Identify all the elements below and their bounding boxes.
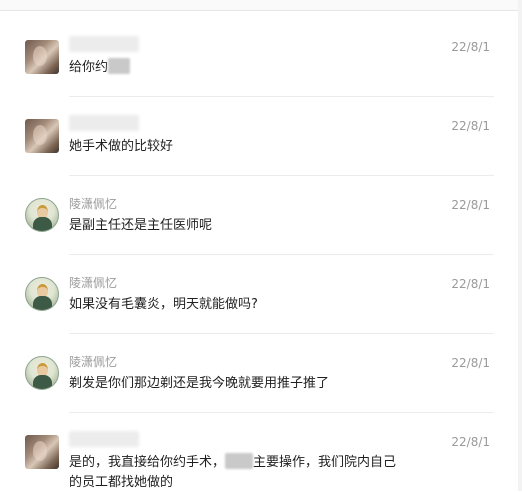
- masked-text: [108, 58, 131, 74]
- avatar-body: [33, 217, 52, 231]
- message-text-part2: 主要操作，我们院内自己: [253, 455, 397, 470]
- message-text-visible: 给你约: [69, 60, 109, 75]
- message-text: 剃发是你们那边剃还是我今晚就要用推子推了: [69, 376, 330, 391]
- message-time: 22/8/1: [451, 119, 490, 133]
- sender-name: 陵潇佩忆: [69, 276, 118, 290]
- message-divider: [69, 96, 494, 97]
- message-line-2: 的员工都找她做的: [69, 475, 174, 490]
- chat-message: 陵潇佩忆 22/8/1 如果没有毛囊炎，明天就能做吗?: [0, 267, 518, 346]
- avatar-body: [33, 375, 52, 389]
- sender-avatar[interactable]: [25, 40, 59, 74]
- message-divider: [69, 254, 494, 255]
- sender-name-masked: [69, 431, 139, 447]
- message-text: 是副主任还是主任医师呢: [69, 218, 213, 233]
- message-time: 22/8/1: [451, 277, 490, 291]
- sender-avatar[interactable]: [25, 198, 59, 232]
- sender-name: 陵潇佩忆: [69, 197, 118, 211]
- sender-name-masked: [69, 36, 139, 52]
- sender-name-masked: [69, 115, 139, 131]
- chat-message: 22/8/1 给你约: [0, 30, 518, 109]
- message-divider: [69, 412, 494, 413]
- message-text: 如果没有毛囊炎，明天就能做吗?: [69, 297, 258, 312]
- top-border: [0, 0, 522, 11]
- chat-message: 22/8/1 是的，我直接给你约手术， 主要操作，我们院内自己 的员工都找她做的: [0, 425, 518, 491]
- sender-name: 陵潇佩忆: [69, 355, 118, 369]
- message-text: 是的，我直接给你约手术， 主要操作，我们院内自己 的员工都找她做的: [69, 453, 429, 493]
- message-text-part1: 是的，我直接给你约手术，: [69, 455, 226, 470]
- message-text: 她手术做的比较好: [69, 139, 174, 154]
- message-text: 给你约: [69, 58, 429, 78]
- chat-message: 陵潇佩忆 22/8/1 是副主任还是主任医师呢: [0, 188, 518, 267]
- sender-avatar[interactable]: [25, 356, 59, 390]
- message-time: 22/8/1: [451, 356, 490, 370]
- message-divider: [69, 175, 494, 176]
- sender-avatar[interactable]: [25, 119, 59, 153]
- masked-text: [225, 453, 254, 469]
- scrollbar-track[interactable]: [518, 0, 522, 491]
- message-line-1: 是的，我直接给你约手术， 主要操作，我们院内自己: [69, 453, 429, 473]
- chat-message: 22/8/1 她手术做的比较好: [0, 109, 518, 188]
- chat-message: 陵潇佩忆 22/8/1 剃发是你们那边剃还是我今晚就要用推子推了: [0, 346, 518, 425]
- message-time: 22/8/1: [451, 435, 490, 449]
- message-divider: [69, 333, 494, 334]
- avatar-body: [33, 296, 52, 310]
- sender-avatar[interactable]: [25, 277, 59, 311]
- sender-avatar[interactable]: [25, 435, 59, 469]
- message-time: 22/8/1: [451, 198, 490, 212]
- message-time: 22/8/1: [451, 40, 490, 54]
